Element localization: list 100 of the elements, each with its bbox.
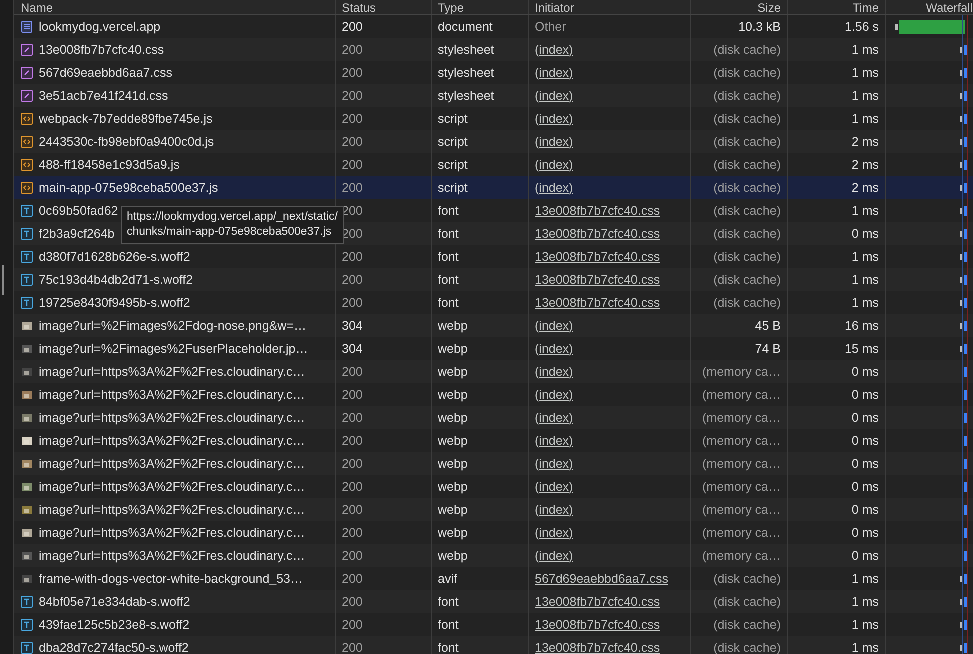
initiator-link[interactable]: (index) — [535, 526, 574, 540]
request-row[interactable]: 75c193d4b4db2d71-s.woff2 200 font 13e008fb7b7cfc40.css (disk cache) 1 ms — [14, 268, 973, 291]
time-value: 1.56 s — [844, 20, 879, 34]
column-header[interactable]: Initiator — [535, 2, 574, 14]
initiator-link[interactable]: (index) — [535, 180, 574, 194]
request-row[interactable]: image?url=https%3A%2F%2Fres.cloudinary.c… 200 webp (index) (memory ca… 0 ms — [14, 498, 973, 521]
size-value: 45 B — [755, 318, 781, 332]
resource-type: webp — [438, 526, 468, 540]
time-value: 0 ms — [852, 456, 879, 470]
waterfall-bar — [895, 20, 965, 34]
resource-type: stylesheet — [438, 42, 494, 56]
request-name[interactable]: image?url=https%3A%2F%2Fres.cloudinary.c… — [39, 456, 306, 470]
initiator-link[interactable]: (index) — [535, 66, 574, 80]
request-row[interactable]: image?url=https%3A%2F%2Fres.cloudinary.c… 200 webp (index) (memory ca… 0 ms — [14, 406, 973, 429]
initiator-link[interactable]: (index) — [535, 318, 574, 332]
thumbnail-icon — [21, 480, 33, 492]
request-row[interactable]: image?url=https%3A%2F%2Fres.cloudinary.c… 200 webp (index) (memory ca… 0 ms — [14, 452, 973, 475]
request-name[interactable]: image?url=https%3A%2F%2Fres.cloudinary.c… — [39, 410, 306, 424]
initiator-link[interactable]: (index) — [535, 480, 574, 494]
initiator-link[interactable]: 13e008fb7b7cfc40.css — [535, 272, 660, 286]
request-name[interactable]: 13e008fb7b7cfc40.css — [39, 42, 164, 56]
initiator-link[interactable]: (index) — [535, 42, 574, 56]
resource-type: font — [438, 618, 459, 632]
initiator-link[interactable]: (index) — [535, 410, 574, 424]
request-name[interactable]: image?url=https%3A%2F%2Fres.cloudinary.c… — [39, 548, 306, 562]
initiator-link[interactable]: (index) — [535, 434, 574, 448]
waterfall-bar — [964, 504, 967, 514]
request-row[interactable]: 3e51acb7e41f241d.css 200 stylesheet (index) (disk cache) 1 ms — [14, 84, 973, 107]
request-name[interactable]: lookmydog.vercel.app — [39, 20, 161, 34]
request-name[interactable]: webpack-7b7edde89fbe745e.js — [39, 112, 213, 126]
request-name[interactable]: 0c69b50fad62 — [39, 204, 118, 218]
request-name[interactable]: image?url=%2Fimages%2Fdog-nose.png&w=… — [39, 318, 307, 332]
waterfall-bar — [964, 482, 967, 492]
size-value: (disk cache) — [714, 296, 781, 310]
initiator-link[interactable]: (index) — [535, 364, 574, 378]
initiator-link[interactable]: (index) — [535, 548, 574, 562]
waterfall-bar — [964, 436, 967, 446]
initiator-link[interactable]: (index) — [535, 158, 574, 172]
size-value: (disk cache) — [714, 250, 781, 264]
request-name[interactable]: 84bf05e71e334dab-s.woff2 — [39, 594, 190, 608]
request-name[interactable]: d380f7d1628b626e-s.woff2 — [39, 250, 190, 264]
column-header[interactable]: Waterfall — [926, 2, 973, 14]
request-name[interactable]: 439fae125c5b23e8-s.woff2 — [39, 618, 190, 632]
request-name[interactable]: frame-with-dogs-vector-white-background_53… — [39, 572, 304, 586]
request-row[interactable]: 2443530c-fb98ebf0a9400c0d.js 200 script (index) (disk cache) 2 ms — [14, 130, 973, 153]
initiator-link[interactable]: (index) — [535, 388, 574, 402]
request-name[interactable]: image?url=https%3A%2F%2Fres.cloudinary.c… — [39, 480, 306, 494]
time-value: 0 ms — [852, 226, 879, 240]
initiator-link[interactable]: (index) — [535, 502, 574, 516]
resize-handle[interactable] — [2, 265, 4, 295]
request-row[interactable]: dba28d7c274fac50-s.woff2 200 font 13e008fb7b7cfc40.css (disk cache) 1 ms — [14, 636, 973, 654]
initiator-link[interactable]: 13e008fb7b7cfc40.css — [535, 250, 660, 264]
request-row[interactable]: image?url=%2Fimages%2Fdog-nose.png&w=… 304 webp (index) 45 B 16 ms — [14, 314, 973, 337]
request-name[interactable]: f2b3a9cf264b — [39, 226, 115, 240]
request-row[interactable]: image?url=https%3A%2F%2Fres.cloudinary.c… 200 webp (index) (memory ca… 0 ms — [14, 544, 973, 567]
stylesheet-icon — [21, 90, 33, 102]
column-header[interactable]: Time — [852, 2, 879, 14]
time-value: 0 ms — [852, 434, 879, 448]
font-icon — [21, 228, 33, 240]
request-name[interactable]: 488-ff18458e1c93d5a9.js — [39, 158, 180, 172]
initiator-link[interactable]: 567d69eaebbd6aa7.css — [535, 572, 668, 586]
time-value: 1 ms — [852, 640, 879, 654]
request-row[interactable]: main-app-075e98ceba500e37.js 200 script (index) (disk cache) 2 ms — [14, 176, 973, 199]
request-name[interactable]: main-app-075e98ceba500e37.js — [39, 180, 218, 194]
initiator-link[interactable]: 13e008fb7b7cfc40.css — [535, 618, 660, 632]
request-name[interactable]: image?url=%2Fimages%2FuserPlaceholder.jp… — [39, 342, 308, 356]
column-header[interactable]: Size — [758, 2, 781, 14]
initiator-link[interactable]: (index) — [535, 88, 574, 102]
request-row[interactable]: 84bf05e71e334dab-s.woff2 200 font 13e008fb7b7cfc40.css (disk cache) 1 ms — [14, 590, 973, 613]
initiator-link[interactable]: (index) — [535, 456, 574, 470]
initiator-link[interactable]: 13e008fb7b7cfc40.css — [535, 204, 660, 218]
request-name[interactable]: image?url=https%3A%2F%2Fres.cloudinary.c… — [39, 364, 306, 378]
resource-type: font — [438, 640, 459, 654]
request-name[interactable]: 567d69eaebbd6aa7.css — [39, 66, 172, 80]
column-header[interactable]: Status — [342, 2, 376, 14]
thumbnail-icon — [21, 342, 33, 354]
size-value: (memory ca… — [702, 502, 781, 516]
request-name[interactable]: dba28d7c274fac50-s.woff2 — [39, 640, 189, 654]
column-header[interactable]: Name — [21, 2, 54, 14]
request-name[interactable]: image?url=https%3A%2F%2Fres.cloudinary.c… — [39, 526, 306, 540]
initiator-link[interactable]: 13e008fb7b7cfc40.css — [535, 296, 660, 310]
request-name[interactable]: 3e51acb7e41f241d.css — [39, 88, 168, 102]
initiator-link[interactable]: (index) — [535, 134, 574, 148]
request-name[interactable]: 19725e8430f9495b-s.woff2 — [39, 296, 190, 310]
request-name[interactable]: 2443530c-fb98ebf0a9400c0d.js — [39, 134, 214, 148]
url-tooltip: https://lookmydog.vercel.app/_next/static/ chunks/main-app-075e98ceba500e37.js — [121, 206, 344, 244]
request-name[interactable]: image?url=https%3A%2F%2Fres.cloudinary.c… — [39, 434, 306, 448]
request-name[interactable]: 75c193d4b4db2d71-s.woff2 — [39, 272, 194, 286]
status-code: 200 — [342, 594, 363, 608]
initiator-link[interactable]: 13e008fb7b7cfc40.css — [535, 640, 660, 654]
request-row[interactable]: image?url=https%3A%2F%2Fres.cloudinary.c… 200 webp (index) (memory ca… 0 ms — [14, 360, 973, 383]
initiator-link[interactable]: (index) — [535, 342, 574, 356]
time-value: 1 ms — [852, 88, 879, 102]
initiator-link[interactable]: (index) — [535, 112, 574, 126]
request-name[interactable]: image?url=https%3A%2F%2Fres.cloudinary.c… — [39, 502, 306, 516]
size-value: (disk cache) — [714, 134, 781, 148]
request-row[interactable]: 13e008fb7b7cfc40.css 200 stylesheet (index) (disk cache) 1 ms — [14, 38, 973, 61]
initiator-link[interactable]: 13e008fb7b7cfc40.css — [535, 594, 660, 608]
request-name[interactable]: image?url=https%3A%2F%2Fres.cloudinary.c… — [39, 388, 306, 402]
initiator-link[interactable]: 13e008fb7b7cfc40.css — [535, 226, 660, 240]
